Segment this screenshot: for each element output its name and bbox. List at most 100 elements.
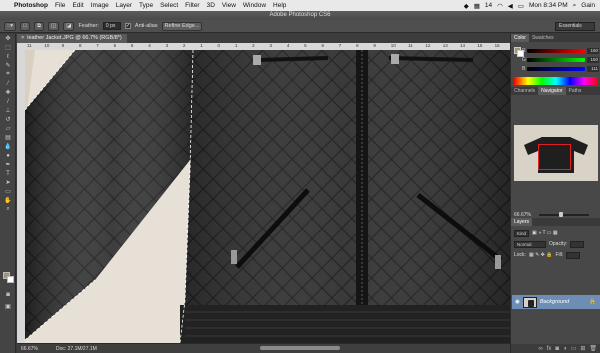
color-spectrum-bar[interactable] — [514, 77, 598, 85]
layer-style-icon[interactable]: fx — [547, 346, 552, 352]
wifi-icon[interactable]: ◠ — [497, 2, 503, 10]
brush-tool-icon[interactable]: / — [0, 97, 16, 106]
workspace-select[interactable]: Essentials — [555, 21, 595, 31]
red-value-input[interactable]: 160 — [587, 48, 599, 54]
ruler-tick-label: 5 — [304, 43, 307, 48]
layer-filter-kind[interactable]: Kind — [514, 229, 530, 237]
subtract-selection-icon[interactable]: ◫ — [48, 21, 60, 31]
hand-tool-icon[interactable]: ✋ — [0, 196, 16, 205]
gradient-tool-icon[interactable]: ▤ — [0, 133, 16, 142]
tab-color[interactable]: Color — [511, 34, 529, 42]
ruler-tick-label: 9 — [373, 43, 376, 48]
crop-tool-icon[interactable]: ⌗ — [0, 70, 16, 79]
ruler-tick-label: 7 — [338, 43, 342, 48]
background-color-swatch[interactable] — [7, 276, 14, 283]
ruler-tick-label: 11 — [408, 43, 413, 48]
zoom-tool-icon[interactable]: ⌕ — [0, 205, 16, 214]
document-canvas[interactable] — [25, 50, 510, 343]
history-brush-tool-icon[interactable]: ↺ — [0, 115, 16, 124]
add-selection-icon[interactable]: ⧉ — [34, 21, 45, 31]
delete-layer-icon[interactable]: 🗑 — [589, 345, 597, 352]
stamp-tool-icon[interactable]: ⊥ — [0, 106, 16, 115]
new-group-icon[interactable]: ▭ — [571, 345, 577, 352]
opacity-input[interactable] — [570, 240, 585, 248]
intersect-selection-icon[interactable]: ◪ — [63, 21, 75, 31]
marquee-tool-icon[interactable]: ⬚ — [0, 43, 16, 52]
visibility-eye-icon[interactable]: ◉ — [515, 299, 520, 305]
menu-type[interactable]: Type — [139, 2, 153, 9]
blur-tool-icon[interactable]: 💧 — [0, 142, 16, 151]
calendar-icon[interactable]: ▦ — [474, 2, 480, 10]
move-tool-icon[interactable]: ✥ — [0, 34, 16, 43]
ruler-tick-label: 3 — [165, 43, 169, 48]
menu-3d[interactable]: 3D — [207, 2, 215, 9]
new-selection-icon[interactable]: □ — [20, 21, 31, 31]
tool-preset-icon[interactable]: ◌▾ — [4, 21, 17, 31]
menu-filter[interactable]: Filter — [185, 2, 199, 9]
blue-value-input[interactable]: 111 — [587, 66, 599, 72]
link-layers-icon[interactable]: ∞ — [538, 346, 542, 352]
navigator-thumbnail[interactable] — [514, 125, 598, 181]
close-tab-icon[interactable]: × — [21, 34, 24, 43]
menu-file[interactable]: File — [55, 2, 65, 9]
volume-icon[interactable]: ◀ — [508, 2, 513, 10]
green-slider[interactable] — [527, 58, 585, 62]
zoom-level[interactable]: 66.67% — [21, 346, 38, 352]
adobe-icon[interactable]: ◆ — [464, 2, 469, 10]
user-name[interactable]: Gain — [581, 2, 595, 9]
eraser-tool-icon[interactable]: ▱ — [0, 124, 16, 133]
eyedropper-tool-icon[interactable]: ⁄ — [0, 79, 16, 88]
healing-tool-icon[interactable]: ✚ — [0, 88, 16, 97]
blue-slider[interactable] — [527, 67, 585, 71]
pen-tool-icon[interactable]: ✒ — [0, 160, 16, 169]
green-value-input[interactable]: 150 — [587, 57, 599, 63]
blend-mode-select[interactable]: Normal — [514, 240, 546, 248]
menu-edit[interactable]: Edit — [72, 2, 83, 9]
menu-help[interactable]: Help — [273, 2, 286, 9]
ruler-tick-label: 11 — [27, 43, 32, 48]
navigator-zoom-slider-knob[interactable] — [559, 212, 563, 217]
red-slider[interactable] — [527, 49, 585, 53]
menu-image[interactable]: Image — [91, 2, 109, 9]
document-info[interactable]: Doc: 27.1M/27.1M — [56, 346, 97, 352]
layer-row-background[interactable]: ◉ Background 🔒 — [512, 295, 600, 309]
tab-swatches[interactable]: Swatches — [529, 34, 557, 42]
menu-view[interactable]: View — [222, 2, 236, 9]
quick-mask-icon[interactable]: ◙ — [0, 290, 16, 299]
add-mask-icon[interactable]: ◙ — [555, 346, 559, 352]
screen-mode-icon[interactable]: ▣ — [0, 302, 16, 311]
antialias-checkbox[interactable]: ✓ — [124, 23, 131, 29]
fill-input[interactable] — [566, 251, 581, 259]
feather-input[interactable]: 0 px — [102, 22, 121, 30]
tab-channels[interactable]: Channels — [511, 87, 538, 95]
tab-navigator[interactable]: Navigator — [538, 87, 566, 95]
adjustment-layer-icon[interactable]: ◑ — [563, 346, 567, 352]
menu-layer[interactable]: Layer — [116, 2, 132, 9]
document-tab[interactable]: × leather Jacket.JPG @ 66.7% (RGB/8*) — [17, 34, 127, 43]
spotlight-icon[interactable]: ⌕ — [573, 2, 577, 10]
refine-edge-button[interactable]: Refine Edge... — [161, 21, 203, 31]
tab-paths[interactable]: Paths — [566, 87, 585, 95]
quick-select-tool-icon[interactable]: ✎ — [0, 61, 16, 70]
horizontal-scrollbar[interactable] — [260, 346, 340, 350]
dodge-tool-icon[interactable]: ● — [0, 151, 16, 160]
status-count[interactable]: 14 — [485, 2, 492, 9]
navigator-view-box[interactable] — [538, 144, 571, 170]
navigator-zoom-slider[interactable] — [539, 214, 589, 216]
window-title: Adobe Photoshop CS6 — [0, 11, 600, 20]
type-tool-icon[interactable]: T — [0, 169, 16, 178]
horizontal-ruler[interactable]: 11 10 9 8 7 6 5 4 3 2 1 0 1 2 3 4 5 6 7 8 9 10 11 12 13 14 15 16 — [25, 43, 510, 50]
new-layer-icon[interactable]: ⊞ — [580, 345, 585, 352]
lock-icons[interactable]: ▦ ✎ ✥ 🔒 — [529, 252, 553, 258]
app-menu[interactable]: Photoshop — [14, 2, 48, 9]
path-select-tool-icon[interactable]: ➤ — [0, 178, 16, 187]
filter-icons[interactable]: ▣ ◑ T ▭ ▦ — [532, 230, 558, 236]
tab-layers[interactable]: Layers — [511, 218, 533, 226]
lasso-tool-icon[interactable]: ℓ — [0, 52, 16, 61]
shape-tool-icon[interactable]: ▭ — [0, 187, 16, 196]
clock[interactable]: Mon 8:34 PM — [529, 2, 568, 9]
vertical-ruler[interactable] — [17, 43, 25, 343]
battery-icon[interactable]: ▭ — [518, 2, 524, 10]
menu-window[interactable]: Window — [243, 2, 266, 9]
menu-select[interactable]: Select — [160, 2, 178, 9]
